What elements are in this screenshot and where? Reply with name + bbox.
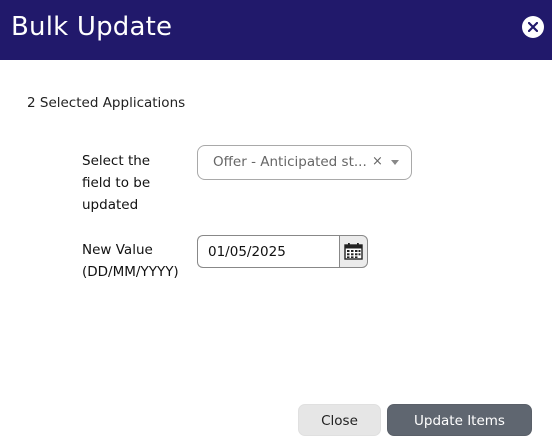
clear-icon[interactable]: × xyxy=(372,153,383,171)
new-value-date-input[interactable] xyxy=(197,235,340,268)
field-select-label: Select the field to be updated xyxy=(82,153,151,213)
dialog-title: Bulk Update xyxy=(11,12,173,42)
selected-applications-count: 2 Selected Applications xyxy=(27,95,186,111)
dialog-header: Bulk Update xyxy=(0,0,552,60)
new-value-label: New Value (DD/MM/YYYY) xyxy=(82,242,179,280)
update-items-button[interactable]: Update Items xyxy=(387,404,532,436)
date-picker-button[interactable] xyxy=(339,235,368,268)
close-button[interactable]: Close xyxy=(298,404,381,436)
close-circle-icon xyxy=(528,22,538,32)
dialog-close-button[interactable] xyxy=(522,16,544,38)
field-select-value: Offer - Anticipated st... xyxy=(213,154,367,170)
calendar-icon xyxy=(344,243,363,260)
chevron-down-icon[interactable] xyxy=(391,160,399,165)
field-select-dropdown[interactable]: Offer - Anticipated st... × xyxy=(197,145,412,180)
